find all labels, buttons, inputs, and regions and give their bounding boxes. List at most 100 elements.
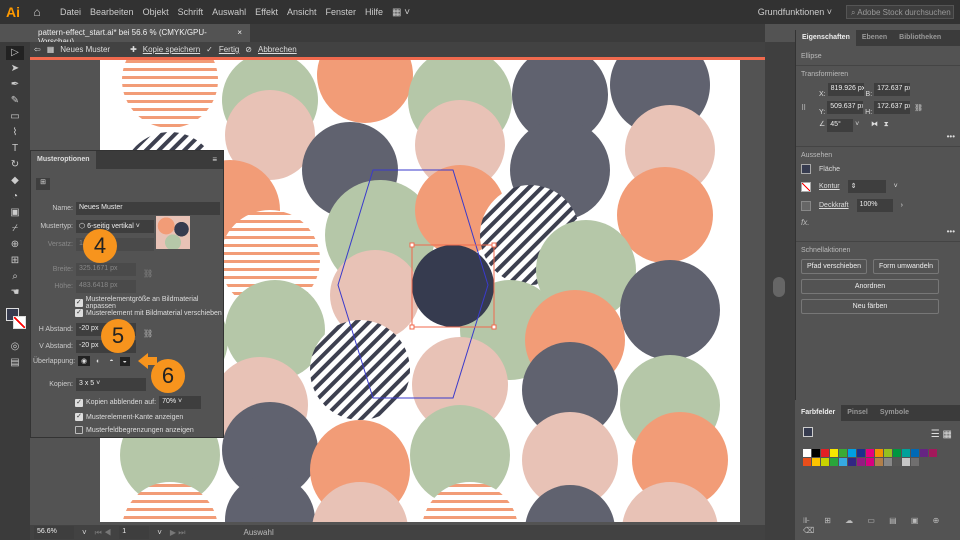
- menu-ansicht[interactable]: Ansicht: [287, 7, 317, 17]
- recolor-button[interactable]: Neu färben: [801, 299, 939, 314]
- link-spacing-icon[interactable]: ⛓: [143, 329, 153, 338]
- color-swatch[interactable]: [839, 458, 847, 466]
- color-swatch[interactable]: [902, 458, 910, 466]
- color-swatch[interactable]: [884, 458, 892, 466]
- zoom-tool-icon[interactable]: ⌕: [6, 270, 24, 284]
- blend-tool-icon[interactable]: ⊕: [6, 238, 24, 252]
- dim-copies-checkbox[interactable]: ✓: [75, 398, 83, 407]
- menu-effekt[interactable]: Effekt: [255, 7, 278, 17]
- brush-tool-icon[interactable]: ⌇: [6, 126, 24, 140]
- tab-libraries[interactable]: Bibliotheken: [893, 30, 947, 46]
- eyedropper-tool-icon[interactable]: ⌿: [6, 222, 24, 236]
- selection-handle[interactable]: [491, 324, 497, 330]
- zoom-level[interactable]: 56.6%: [34, 526, 74, 539]
- arrange-documents-icon[interactable]: ▦ ˅: [392, 7, 410, 18]
- hand-tool-icon[interactable]: ☚: [6, 286, 24, 300]
- color-swatch[interactable]: [875, 458, 883, 466]
- back-arrow-icon[interactable]: ⇦: [34, 45, 41, 54]
- copies-select[interactable]: 3 x 5 ˅: [76, 378, 146, 391]
- artboard-number[interactable]: 1: [119, 526, 150, 539]
- gradient-tool-icon[interactable]: ▣: [6, 206, 24, 220]
- flip-vertical-icon[interactable]: ⧗: [884, 121, 889, 128]
- color-swatch[interactable]: [920, 449, 928, 457]
- color-swatch[interactable]: [803, 449, 811, 457]
- next-artboard-icons[interactable]: ▶ ⏭: [170, 528, 186, 538]
- tab-brushes[interactable]: Pinsel: [841, 405, 874, 421]
- color-swatch[interactable]: [893, 458, 901, 466]
- color-swatch[interactable]: [821, 458, 829, 466]
- color-swatch[interactable]: [830, 449, 838, 457]
- convert-shape-button[interactable]: Form umwandeln: [873, 259, 939, 274]
- color-swatch[interactable]: [839, 449, 847, 457]
- selection-handle[interactable]: [409, 242, 415, 248]
- panel-menu-icon[interactable]: ≡: [206, 151, 223, 169]
- menu-auswahl[interactable]: Auswahl: [212, 7, 246, 17]
- direct-selection-tool-icon[interactable]: ➤: [6, 62, 24, 76]
- stroke-label[interactable]: Kontur: [819, 183, 840, 190]
- color-swatch[interactable]: [884, 449, 892, 457]
- save-copy-button[interactable]: Kopie speichern: [143, 45, 200, 54]
- pen-tool-icon[interactable]: ✒: [6, 78, 24, 92]
- color-swatch[interactable]: [812, 449, 820, 457]
- stock-search[interactable]: ⌕ Adobe Stock durchsuchen: [846, 5, 954, 19]
- stroke-swatch[interactable]: [801, 181, 811, 192]
- menu-bearbeiten[interactable]: Bearbeiten: [90, 7, 134, 17]
- color-swatch[interactable]: [875, 449, 883, 457]
- menu-schrift[interactable]: Schrift: [178, 7, 204, 17]
- rotate-tool-icon[interactable]: ↻: [6, 158, 24, 172]
- color-swatch[interactable]: [812, 458, 820, 466]
- type-select[interactable]: ⬡ 6-seitig vertikal ˅: [76, 220, 154, 233]
- prev-artboard-icons[interactable]: ⏮ ◀: [95, 528, 112, 538]
- cancel-button[interactable]: Abbrechen: [258, 45, 297, 54]
- swatch-fill-indicator[interactable]: [803, 427, 813, 437]
- menu-objekt[interactable]: Objekt: [143, 7, 169, 17]
- color-swatch[interactable]: [911, 449, 919, 457]
- color-swatch[interactable]: [902, 449, 910, 457]
- close-tab-icon[interactable]: ×: [237, 28, 242, 38]
- color-swatch[interactable]: [929, 449, 937, 457]
- dim-copies-select[interactable]: 70% ˅: [159, 396, 202, 409]
- tab-swatches[interactable]: Farbfelder: [795, 405, 842, 421]
- arrange-button[interactable]: Anordnen: [801, 279, 939, 294]
- scrollbar-thumb[interactable]: [773, 277, 785, 297]
- overlap-bottom-in-front-icon[interactable]: ◒: [119, 356, 130, 366]
- overlap-top-in-front-icon[interactable]: ◓: [106, 357, 116, 366]
- reference-point-icon[interactable]: ⠿: [801, 104, 815, 112]
- menu-hilfe[interactable]: Hilfe: [365, 7, 383, 17]
- drawing-mode-icon[interactable]: ◎: [6, 340, 24, 354]
- color-swatch[interactable]: [911, 458, 919, 466]
- tab-symbols[interactable]: Symbole: [874, 405, 915, 421]
- swatch-grid[interactable]: [803, 449, 943, 466]
- menu-fenster[interactable]: Fenster: [326, 7, 357, 17]
- selection-handle[interactable]: [491, 242, 497, 248]
- rectangle-tool-icon[interactable]: ▭: [6, 110, 24, 124]
- tab-layers[interactable]: Ebenen: [856, 30, 893, 46]
- view-toggle-icon[interactable]: ☰ ▦: [931, 429, 952, 440]
- name-input[interactable]: Neues Muster: [76, 202, 220, 215]
- link-dimensions-icon[interactable]: ⛓: [143, 269, 153, 278]
- show-swatch-bounds-checkbox[interactable]: [75, 426, 83, 434]
- selection-handle[interactable]: [409, 324, 415, 330]
- overlap-left-in-front-icon[interactable]: ◉: [78, 356, 91, 366]
- color-swatch[interactable]: [893, 449, 901, 457]
- color-swatch[interactable]: [848, 449, 856, 457]
- color-swatch[interactable]: [830, 458, 838, 466]
- color-swatch[interactable]: [866, 449, 874, 457]
- color-swatch[interactable]: [857, 449, 865, 457]
- workspace-switcher[interactable]: Grundfunktionen ˅: [758, 7, 832, 17]
- menu-datei[interactable]: Datei: [60, 7, 81, 17]
- selected-ellipse[interactable]: [412, 245, 494, 327]
- h-input[interactable]: 172.637 px: [874, 101, 911, 114]
- vertical-scrollbar[interactable]: [765, 42, 795, 540]
- curvature-tool-icon[interactable]: ✎: [6, 94, 24, 108]
- show-tile-edge-checkbox[interactable]: ✓: [75, 413, 83, 421]
- color-swatch[interactable]: [848, 458, 856, 466]
- opacity-label[interactable]: Deckkraft: [819, 202, 849, 209]
- color-swatch[interactable]: [866, 458, 874, 466]
- eraser-tool-icon[interactable]: ◆: [6, 174, 24, 188]
- more-transform-options[interactable]: •••: [801, 132, 955, 141]
- move-with-art-checkbox[interactable]: ✓: [75, 309, 83, 317]
- w-input[interactable]: 172.637 px: [874, 83, 911, 96]
- overlap-right-in-front-icon[interactable]: ◐: [93, 357, 103, 366]
- fx-button[interactable]: fx.: [801, 218, 955, 227]
